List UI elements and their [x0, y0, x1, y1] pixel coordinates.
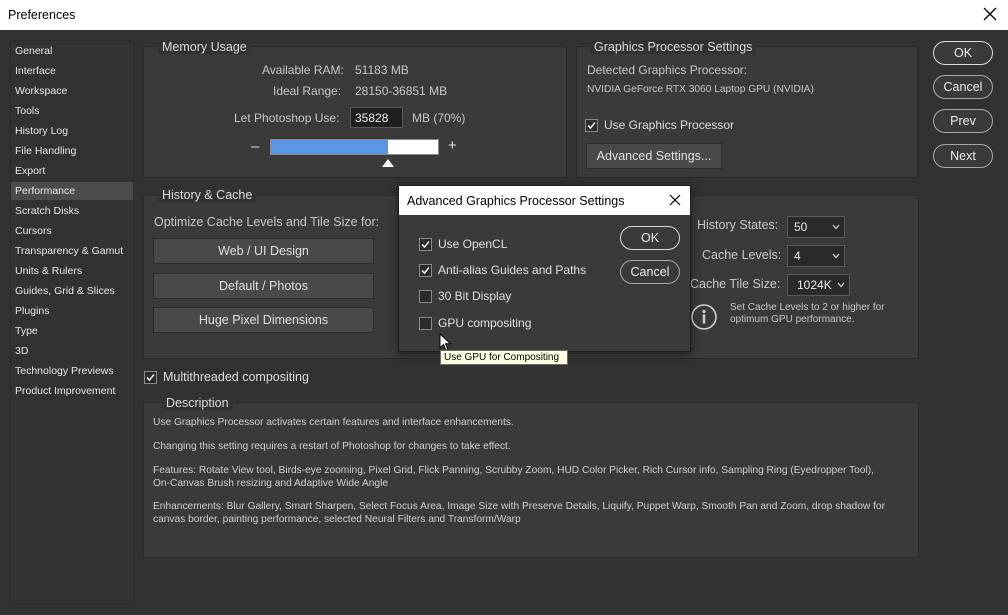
- ideal-range-label: Ideal Range:: [273, 84, 342, 98]
- ok-button[interactable]: OK: [933, 41, 993, 65]
- prev-button[interactable]: Prev: [933, 109, 993, 133]
- dialog-titlebar: Advanced Graphics Processor Settings: [399, 186, 690, 215]
- advanced-settings-button[interactable]: Advanced Settings...: [586, 143, 722, 169]
- sidebar-item-tech-previews[interactable]: Technology Previews: [11, 362, 133, 380]
- use-opencl-checkbox[interactable]: [419, 238, 432, 251]
- cache-info-text: Set Cache Levels to 2 or higher for opti…: [730, 302, 885, 325]
- 30-bit-display-label: 30 Bit Display: [438, 289, 512, 303]
- sidebar-item-product-improvement[interactable]: Product Improvement: [11, 382, 133, 400]
- sidebar-item-performance[interactable]: Performance: [11, 182, 133, 200]
- sidebar-item-history-log[interactable]: History Log: [11, 122, 133, 140]
- close-icon[interactable]: [978, 2, 1002, 26]
- next-button[interactable]: Next: [933, 144, 993, 168]
- web-ui-design-button[interactable]: Web / UI Design: [153, 238, 374, 264]
- cache-levels-label: Cache Levels:: [702, 248, 782, 262]
- sidebar-item-scratch-disks[interactable]: Scratch Disks: [11, 202, 133, 220]
- use-gpu-checkbox[interactable]: [585, 119, 598, 132]
- available-ram-value: 51183 MB: [355, 63, 409, 77]
- dialog-ok-button[interactable]: OK: [620, 226, 680, 250]
- memory-decrease-button[interactable]: –: [251, 138, 259, 155]
- sidebar-item-tools[interactable]: Tools: [11, 102, 133, 120]
- dialog-title: Advanced Graphics Processor Settings: [407, 194, 625, 208]
- close-icon[interactable]: [666, 191, 684, 209]
- info-icon: [691, 304, 717, 330]
- sidebar-item-plugins[interactable]: Plugins: [11, 302, 133, 320]
- description-line: Enhancements: Blur Gallery, Smart Sharpe…: [153, 501, 885, 525]
- memory-usage-title: Memory Usage: [158, 40, 251, 54]
- gpu-settings-title: Graphics Processor Settings: [590, 40, 757, 54]
- cache-tile-size-label: Cache Tile Size:: [690, 277, 781, 291]
- window-titlebar: Preferences: [0, 0, 1008, 30]
- cancel-button[interactable]: Cancel: [933, 75, 993, 99]
- multithreaded-compositing-checkbox[interactable]: [144, 371, 157, 384]
- gpu-compositing-checkbox[interactable]: [419, 317, 432, 330]
- sidebar-item-units-rulers[interactable]: Units & Rulers: [11, 262, 133, 280]
- description-title: Description: [162, 396, 233, 410]
- chevron-down-icon: [832, 253, 840, 259]
- default-photos-button[interactable]: Default / Photos: [153, 273, 374, 299]
- anti-alias-label: Anti-alias Guides and Paths: [438, 263, 587, 277]
- cache-tile-size-select[interactable]: 1024K: [787, 274, 850, 296]
- sidebar-item-interface[interactable]: Interface: [11, 62, 133, 80]
- use-gpu-label: Use Graphics Processor: [604, 118, 735, 132]
- sidebar-item-cursors[interactable]: Cursors: [11, 222, 133, 240]
- chevron-down-icon: [837, 282, 845, 288]
- history-states-value: 50: [794, 220, 808, 234]
- gpu-compositing-label: GPU compositing: [438, 316, 532, 330]
- detected-gpu-label: Detected Graphics Processor:: [587, 63, 748, 77]
- optimize-cache-label: Optimize Cache Levels and Tile Size for:: [154, 215, 380, 229]
- advanced-gpu-settings-dialog: Advanced Graphics Processor Settings Use…: [398, 185, 691, 352]
- memory-slider-fill: [271, 140, 388, 154]
- checkmark-icon: [421, 266, 430, 275]
- anti-alias-checkbox[interactable]: [419, 264, 432, 277]
- sidebar-item-transparency[interactable]: Transparency & Gamut: [11, 242, 133, 260]
- checkmark-icon: [146, 373, 155, 382]
- memory-slider-track[interactable]: [270, 139, 439, 155]
- cache-tile-size-value: 1024K: [797, 278, 832, 292]
- sidebar-item-3d[interactable]: 3D: [11, 342, 133, 360]
- gpu-compositing-tooltip: Use GPU for Compositing: [440, 350, 568, 365]
- checkmark-icon: [421, 240, 430, 249]
- history-cache-title: History & Cache: [158, 188, 257, 202]
- memory-slider-handle[interactable]: [382, 159, 394, 167]
- memory-usage-input[interactable]: [350, 107, 403, 128]
- sidebar-nav: General Interface Workspace Tools Histor…: [10, 40, 134, 605]
- memory-increase-button[interactable]: +: [448, 137, 457, 154]
- detected-gpu-value: NVIDIA GeForce RTX 3060 Laptop GPU (NVID…: [587, 84, 814, 95]
- let-photoshop-use-label: Let Photoshop Use:: [234, 111, 340, 125]
- description-line: Features: Rotate View tool, Birds-eye zo…: [153, 465, 874, 489]
- 30-bit-display-checkbox[interactable]: [419, 290, 432, 303]
- sidebar-item-type[interactable]: Type: [11, 322, 133, 340]
- cache-levels-value: 4: [794, 249, 801, 263]
- use-opencl-label: Use OpenCL: [438, 237, 508, 251]
- sidebar-item-workspace[interactable]: Workspace: [11, 82, 133, 100]
- multithreaded-compositing-label: Multithreaded compositing: [163, 370, 309, 384]
- huge-pixel-dimensions-button[interactable]: Huge Pixel Dimensions: [153, 307, 374, 333]
- memory-unit-label: MB (70%): [412, 111, 466, 125]
- cache-levels-select[interactable]: 4: [787, 245, 845, 267]
- checkmark-icon: [587, 121, 596, 130]
- sidebar-item-general[interactable]: General: [11, 42, 133, 60]
- available-ram-label: Available RAM:: [262, 63, 344, 77]
- chevron-down-icon: [832, 224, 840, 230]
- ideal-range-value: 28150-36851 MB: [355, 84, 448, 98]
- sidebar-item-file-handling[interactable]: File Handling: [11, 142, 133, 160]
- dialog-cancel-button[interactable]: Cancel: [620, 260, 680, 284]
- history-states-select[interactable]: 50: [787, 216, 845, 238]
- sidebar-item-guides-grid[interactable]: Guides, Grid & Slices: [11, 282, 133, 300]
- history-states-label: History States:: [697, 218, 779, 232]
- window-title: Preferences: [8, 8, 76, 22]
- sidebar-item-export[interactable]: Export: [11, 162, 133, 180]
- description-line: Changing this setting requires a restart…: [153, 441, 511, 452]
- description-line: Use Graphics Processor activates certain…: [153, 417, 514, 428]
